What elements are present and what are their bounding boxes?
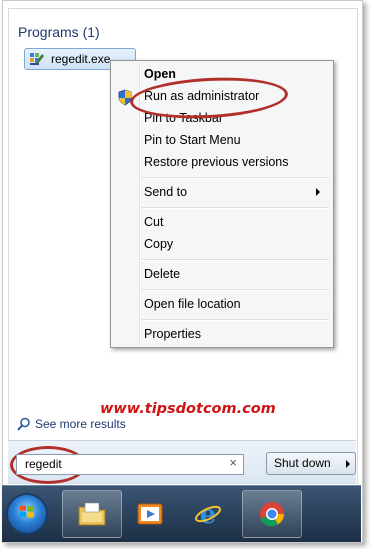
taskbar-chrome-button[interactable] bbox=[242, 490, 302, 538]
ie-icon: e bbox=[195, 500, 221, 529]
menu-item-delete[interactable]: Delete bbox=[144, 267, 180, 281]
regedit-icon bbox=[30, 53, 44, 65]
submenu-arrow-icon bbox=[316, 188, 320, 196]
menu-item-copy[interactable]: Copy bbox=[144, 237, 173, 251]
magnifier-icon bbox=[17, 417, 30, 431]
menu-item-cut[interactable]: Cut bbox=[144, 215, 163, 229]
search-input[interactable]: regedit × bbox=[16, 454, 244, 475]
start-button[interactable] bbox=[8, 495, 46, 533]
search-input-value: regedit bbox=[25, 457, 62, 471]
chevron-right-icon bbox=[346, 460, 350, 468]
clear-search-icon[interactable]: × bbox=[229, 455, 237, 470]
chrome-icon bbox=[260, 502, 284, 527]
menu-separator bbox=[141, 289, 329, 291]
menu-item-restore-previous-versions[interactable]: Restore previous versions bbox=[144, 155, 289, 169]
see-more-results-link[interactable]: See more results bbox=[35, 417, 126, 431]
menu-separator bbox=[141, 319, 329, 321]
watermark-text: www.tipsdotcom.com bbox=[100, 401, 276, 417]
menu-item-open[interactable]: Open bbox=[144, 67, 176, 81]
taskbar-internet-explorer-button[interactable]: e bbox=[178, 490, 238, 538]
menu-item-send-to[interactable]: Send to bbox=[144, 185, 187, 199]
menu-separator bbox=[141, 259, 329, 261]
shutdown-button[interactable]: Shut down bbox=[266, 452, 343, 475]
menu-item-pin-to-start-menu[interactable]: Pin to Start Menu bbox=[144, 133, 241, 147]
programs-heading: Programs (1) bbox=[18, 24, 100, 40]
menu-item-open-file-location[interactable]: Open file location bbox=[144, 297, 241, 311]
shutdown-button-label: Shut down bbox=[274, 456, 331, 470]
folder-icon bbox=[78, 502, 106, 526]
taskbar-media-player-button[interactable] bbox=[120, 490, 180, 538]
windows-flag-icon bbox=[20, 505, 34, 518]
menu-item-properties[interactable]: Properties bbox=[144, 327, 201, 341]
taskbar-explorer-button[interactable] bbox=[62, 490, 122, 538]
menu-separator bbox=[141, 177, 329, 179]
shutdown-options-button[interactable] bbox=[341, 452, 356, 475]
media-player-icon bbox=[137, 503, 163, 525]
svg-text:e: e bbox=[200, 500, 217, 529]
menu-separator bbox=[141, 207, 329, 209]
program-item-label: regedit.exe bbox=[51, 52, 111, 66]
